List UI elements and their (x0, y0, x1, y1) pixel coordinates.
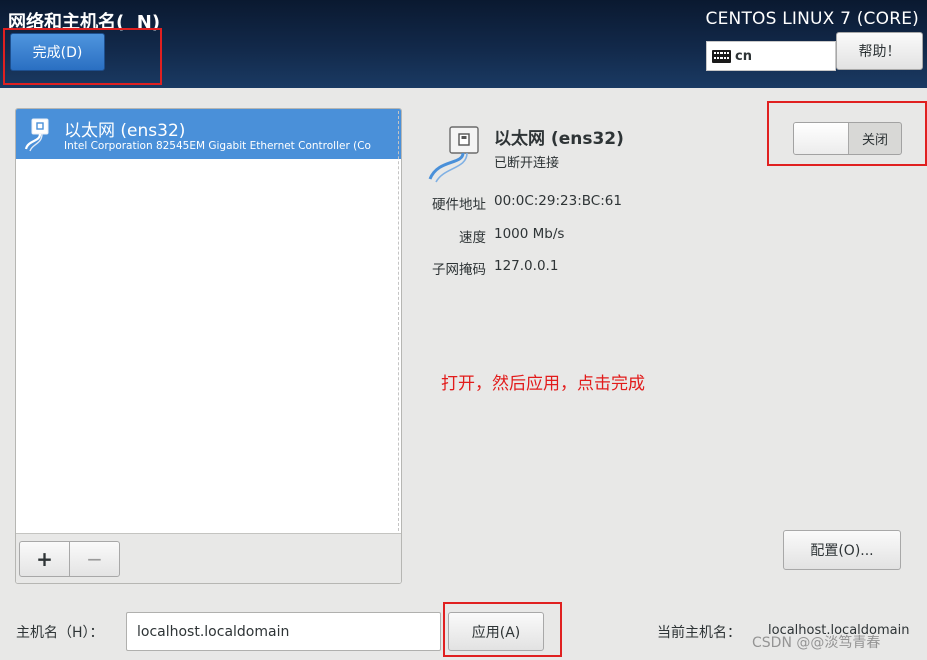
watermark: CSDN @@淡笃青春 (752, 635, 881, 651)
page-title: 网络和主机名( N) (8, 12, 161, 33)
keyboard-icon (712, 49, 731, 63)
subnet-mask-label: 子网掩码 (432, 262, 486, 278)
keyboard-layout-indicator[interactable]: cn (706, 41, 836, 71)
speed-label: 速度 (459, 230, 486, 246)
hostname-input[interactable] (126, 612, 441, 651)
device-connection-status: 已断开连接 (494, 156, 560, 171)
apply-hostname-button[interactable]: 应用(A) (448, 612, 544, 651)
current-hostname-label: 当前主机名： (657, 625, 741, 641)
configure-button[interactable]: 配置(O)... (783, 530, 901, 570)
annotation-text: 打开，然后应用，点击完成 (441, 374, 645, 394)
header-bar: 网络和主机名( N) 完成(D) CENTOS LINUX 7 (CORE) c… (0, 0, 927, 88)
device-list-toolbar: + − (16, 533, 401, 583)
done-button[interactable]: 完成(D) (10, 33, 105, 71)
switch-knob[interactable] (794, 123, 849, 154)
hardware-address-value: 00:0C:29:23:BC:61 (494, 193, 622, 209)
device-list-item-name: 以太网 (ens32) (64, 121, 186, 141)
add-device-button[interactable]: + (19, 541, 70, 577)
subnet-mask-value: 127.0.0.1 (494, 258, 559, 274)
ethernet-icon (426, 125, 488, 187)
hardware-address-label: 硬件地址 (432, 197, 486, 213)
network-device-list: 以太网 (ens32) Intel Corporation 82545EM Gi… (15, 108, 402, 584)
device-enable-switch[interactable]: 关闭 (793, 122, 902, 155)
product-name: CENTOS LINUX 7 (CORE) (705, 9, 919, 29)
remove-device-button[interactable]: − (69, 541, 120, 577)
device-list-item-description: Intel Corporation 82545EM Gigabit Ethern… (64, 140, 371, 152)
help-button[interactable]: 帮助！ (836, 32, 923, 70)
device-list-item-ens32[interactable]: 以太网 (ens32) Intel Corporation 82545EM Gi… (16, 109, 401, 159)
hostname-label: 主机名（H）： (16, 625, 104, 641)
device-list-scrollbar[interactable] (398, 111, 401, 531)
switch-state-label: 关闭 (861, 133, 888, 148)
keyboard-layout-label: cn (735, 48, 752, 64)
ethernet-icon (22, 118, 58, 156)
device-detail-name: 以太网 (ens32) (494, 129, 624, 149)
speed-value: 1000 Mb/s (494, 226, 565, 242)
